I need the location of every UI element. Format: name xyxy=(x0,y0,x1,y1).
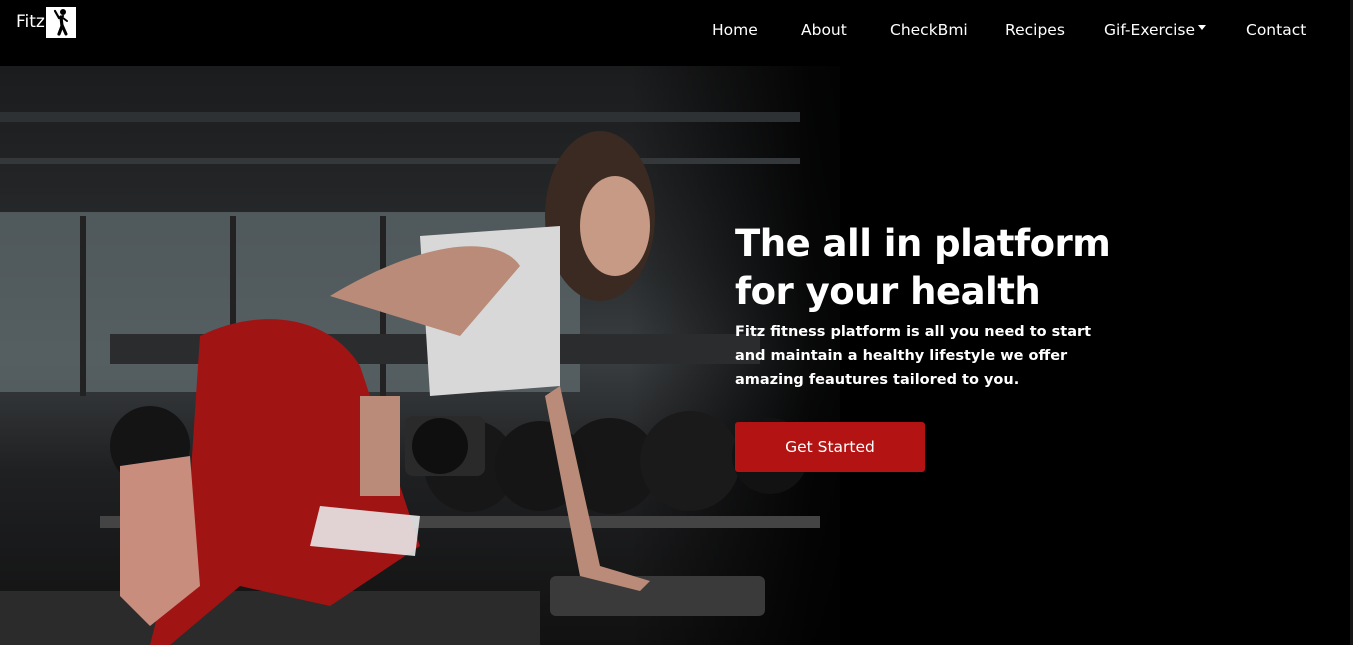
nav-about[interactable]: About xyxy=(801,18,847,42)
hero-subtitle: Fitz fitness platform is all you need to… xyxy=(735,324,1092,388)
top-navbar: Fitz Home About CheckBmi Recipes Gif-Exe… xyxy=(0,0,1353,66)
nav-links: Home About CheckBmi Recipes Gif-Exercise… xyxy=(0,18,1353,42)
caret-down-icon xyxy=(1198,25,1207,30)
hero-title-line-2: for your health xyxy=(735,270,1041,313)
nav-gif-exercise-dropdown[interactable]: Gif-Exercise xyxy=(1104,18,1207,42)
hero-title-line-1: The all in platform xyxy=(735,222,1111,265)
hero-section: The all in platform for your health Fitz… xyxy=(0,66,1353,645)
nav-contact[interactable]: Contact xyxy=(1246,18,1306,42)
nav-checkbmi[interactable]: CheckBmi xyxy=(890,18,968,42)
nav-home[interactable]: Home xyxy=(712,18,758,42)
get-started-button[interactable]: Get Started xyxy=(735,422,925,472)
hero-copy: The all in platform for your health Fitz… xyxy=(735,220,1115,392)
nav-gif-exercise-label: Gif-Exercise xyxy=(1104,21,1196,39)
nav-recipes[interactable]: Recipes xyxy=(1005,18,1065,42)
hero-title: The all in platform for your health xyxy=(735,220,1115,316)
